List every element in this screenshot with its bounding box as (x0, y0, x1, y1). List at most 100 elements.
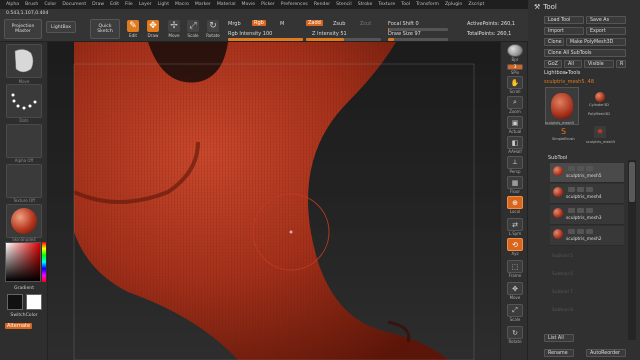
rename-button[interactable]: Rename (544, 349, 574, 357)
menu-stencil[interactable]: Stencil (336, 2, 352, 7)
menu-color[interactable]: Color (44, 2, 56, 7)
goz-button[interactable]: GoZ (544, 60, 562, 68)
secondary-color-swatch[interactable] (7, 294, 23, 310)
hue-strip[interactable] (42, 242, 46, 282)
empty-subtool-slot[interactable]: Subtool 6 (552, 272, 573, 277)
empty-subtool-slot[interactable]: Subtool 7 (552, 290, 573, 295)
floor-button[interactable]: ▦ Floor (504, 176, 526, 194)
visibility-toggle-icon[interactable] (586, 166, 593, 171)
all-button[interactable]: All (564, 60, 582, 68)
persp-button[interactable]: ⟂ Persp (504, 156, 526, 174)
eye-toggle-icon[interactable] (568, 166, 575, 171)
actual-button[interactable]: ▣ Actual (504, 116, 526, 134)
local-button[interactable]: ⊕ Local (504, 196, 526, 214)
menu-texture[interactable]: Texture (378, 2, 395, 7)
menu-stroke[interactable]: Stroke (358, 2, 373, 7)
menu-tool[interactable]: Tool (401, 2, 410, 7)
document-canvas[interactable] (48, 42, 500, 360)
lightbox-button[interactable]: LightBox (46, 21, 76, 33)
subtool-scrollbar-thumb[interactable] (629, 162, 635, 202)
subtool-toggles[interactable] (568, 229, 593, 234)
menu-edit[interactable]: Edit (110, 2, 119, 7)
edit-mode-button[interactable]: ✎ Edit (125, 16, 141, 38)
zadd-toggle[interactable]: Zadd (306, 20, 323, 26)
lsym-button[interactable]: ⇄ L.Sym (504, 218, 526, 236)
bpr-button[interactable]: Bpr (504, 44, 526, 62)
subtool-row[interactable]: sculptris_mesh3 (550, 205, 624, 225)
texture-thumbnail[interactable] (6, 164, 42, 198)
scale-mode-button[interactable]: ⤢ Scale (185, 16, 201, 38)
rgb-toggle[interactable]: Rgb (252, 20, 266, 26)
cylinder3d-icon[interactable] (595, 92, 605, 102)
xyz-button[interactable]: ⟲ Xyz (504, 238, 526, 256)
clone-button[interactable]: Clone (544, 38, 564, 46)
tool-palette-title[interactable]: ⚒ Tool (534, 3, 557, 11)
empty-subtool-slot[interactable]: Subtool 5 (552, 254, 573, 259)
zsub-toggle[interactable]: Zsub (333, 21, 345, 27)
subtool-toggles[interactable] (568, 208, 593, 213)
make-polymesh-button[interactable]: Make PolyMesh3D (566, 38, 626, 46)
menu-file[interactable]: File (125, 2, 133, 7)
save-as-button[interactable]: Save As (586, 16, 626, 24)
load-tool-button[interactable]: Load Tool (544, 16, 584, 24)
eye-toggle-icon[interactable] (568, 229, 575, 234)
auto-reorder-button[interactable]: AutoReorder (586, 349, 626, 357)
polypaint-toggle-icon[interactable] (577, 166, 584, 171)
import-button[interactable]: Import (544, 27, 584, 35)
eye-toggle-icon[interactable] (568, 208, 575, 213)
visibility-toggle-icon[interactable] (586, 229, 593, 234)
subtool-scrollbar[interactable] (628, 160, 636, 340)
quick-sketch-button[interactable]: Quick Sketch (90, 19, 120, 39)
move-view-button[interactable]: ✥ Move (504, 282, 526, 300)
menu-layer[interactable]: Layer (139, 2, 152, 7)
menu-zscript[interactable]: Zscript (468, 2, 484, 7)
r-button[interactable]: R (616, 60, 626, 68)
menu-preferences[interactable]: Preferences (281, 2, 308, 7)
menu-render[interactable]: Render (314, 2, 330, 7)
menu-alpha[interactable]: Alpha (6, 2, 19, 7)
rotate-mode-button[interactable]: ↻ Rotate (205, 16, 221, 38)
aahalf-button[interactable]: ◧ AAHalf (504, 136, 526, 154)
alpha-thumbnail[interactable] (6, 124, 42, 158)
scroll-button[interactable]: ✋ Scroll (504, 76, 526, 94)
polypaint-toggle-icon[interactable] (577, 229, 584, 234)
subtool-toggles[interactable] (568, 166, 593, 171)
simple-brush-icon[interactable]: S (561, 128, 569, 136)
material-thumbnail[interactable] (6, 204, 42, 238)
subtool-row[interactable]: sculptris_mesh5 (550, 163, 624, 183)
primary-color-swatch[interactable] (26, 294, 42, 310)
visibility-toggle-icon[interactable] (586, 208, 593, 213)
rgb-intensity-slider[interactable] (228, 38, 303, 41)
clone-all-subtools-button[interactable]: Clone All SubTools (544, 49, 626, 57)
rotate-view-button[interactable]: ↻ Rotate (504, 326, 526, 344)
stroke-thumbnail[interactable] (6, 84, 42, 118)
polypaint-toggle-icon[interactable] (577, 208, 584, 213)
menu-picker[interactable]: Picker (261, 2, 275, 7)
menu-document[interactable]: Document (62, 2, 86, 7)
polymesh-star-icon[interactable]: ★ (594, 126, 606, 138)
menu-marker[interactable]: Marker (195, 2, 211, 7)
subtool-row[interactable]: sculptris_mesh4 (550, 184, 624, 204)
menu-movie[interactable]: Movie (241, 2, 255, 7)
menu-transform[interactable]: Transform (416, 2, 439, 7)
visibility-toggle-icon[interactable] (586, 187, 593, 192)
brush-thumbnail[interactable] (6, 44, 42, 78)
menu-material[interactable]: Material (217, 2, 236, 7)
projection-master-button[interactable]: Projection Master (4, 19, 42, 39)
gradient-label[interactable]: Gradient (6, 286, 42, 291)
menu-zplugin[interactable]: Zplugin (445, 2, 462, 7)
switch-color-label[interactable]: SwitchColor (6, 313, 42, 318)
frame-button[interactable]: ⬚ Frame (504, 260, 526, 278)
subtool-row[interactable]: sculptris_mesh2 (550, 226, 624, 246)
spix-button[interactable]: 3 SPix (504, 64, 526, 75)
menu-light[interactable]: Light (158, 2, 169, 7)
export-button[interactable]: Export (586, 27, 626, 35)
menu-draw[interactable]: Draw (92, 2, 104, 7)
subtool-section-title[interactable]: SubTool (548, 155, 567, 161)
list-all-button[interactable]: List All (544, 334, 574, 342)
lightbox-tools-link[interactable]: Lightbox▸Tools (544, 70, 580, 76)
eye-toggle-icon[interactable] (568, 187, 575, 192)
color-picker[interactable] (5, 242, 41, 282)
menu-macro[interactable]: Macro (175, 2, 189, 7)
alternate-button[interactable]: Alternate (5, 323, 33, 329)
